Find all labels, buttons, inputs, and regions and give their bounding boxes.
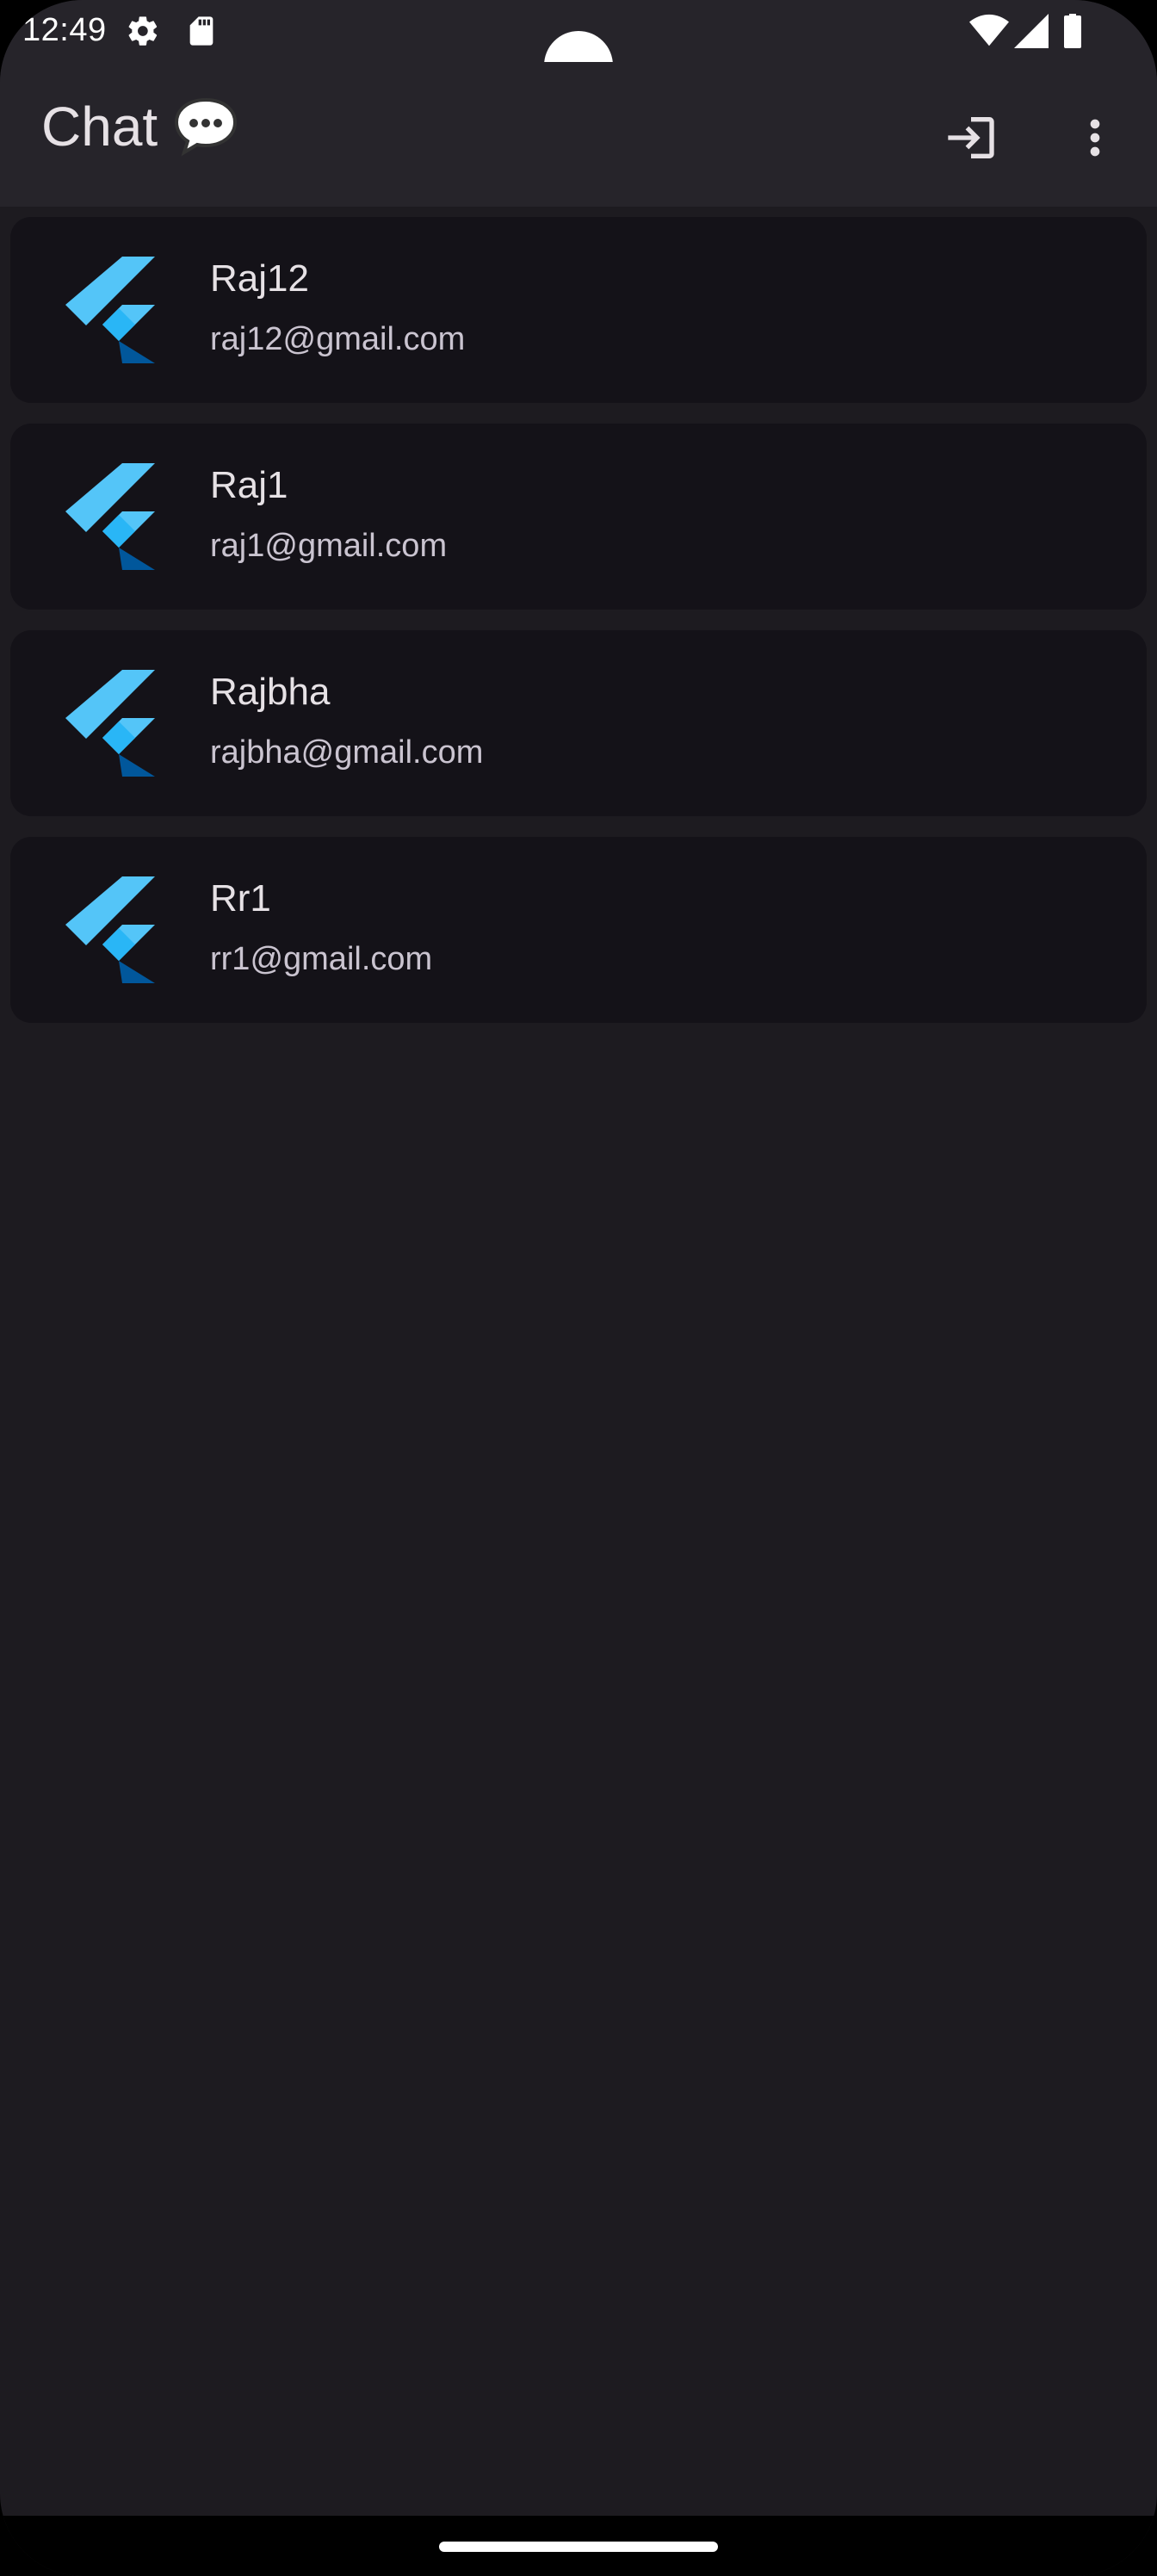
user-email: rr1@gmail.com: [210, 941, 433, 977]
user-email: raj1@gmail.com: [210, 528, 448, 564]
flutter-logo-icon: [65, 257, 155, 363]
user-name: Rajbha: [210, 671, 331, 713]
settings-icon: [126, 14, 160, 48]
status-time: 12:49: [22, 12, 107, 48]
navigation-bar: [0, 2516, 1157, 2576]
user-list-item[interactable]: Rajbha rajbha@gmail.com: [10, 630, 1147, 816]
cellular-signal-icon: [1014, 14, 1049, 48]
user-list-item[interactable]: Rr1 rr1@gmail.com: [10, 837, 1147, 1023]
status-bar: 12:49: [0, 0, 1157, 100]
battery-icon: [1062, 14, 1083, 48]
user-email: raj12@gmail.com: [210, 321, 466, 357]
flutter-logo-icon: [65, 876, 155, 983]
app-bar: Chat: [0, 62, 1157, 207]
user-list-item[interactable]: Raj12 raj12@gmail.com: [10, 217, 1147, 403]
user-name: Raj12: [210, 257, 309, 300]
login-button[interactable]: [935, 103, 1007, 176]
user-email: rajbha@gmail.com: [210, 734, 484, 771]
flutter-logo-icon: [65, 463, 155, 570]
login-icon: [944, 110, 999, 170]
user-list-item[interactable]: Raj1 raj1@gmail.com: [10, 424, 1147, 610]
page-title: Chat: [41, 96, 238, 157]
user-name: Raj1: [210, 464, 288, 506]
speech-balloon-icon: [173, 96, 238, 157]
flutter-logo-icon: [65, 670, 155, 777]
wifi-icon: [969, 14, 1009, 48]
more-options-button[interactable]: [1059, 103, 1131, 176]
user-name: Rr1: [210, 877, 271, 920]
sd-card-icon: [186, 14, 217, 48]
more-vert-icon: [1067, 110, 1123, 170]
user-list: Raj12 raj12@gmail.com Raj1 raj1@gmail.co…: [10, 217, 1147, 1043]
page-title-text: Chat: [41, 96, 158, 158]
home-gesture-handle[interactable]: [439, 2542, 718, 2552]
phone-screen: 12:49 Chat Raj12 raj12@gmail.com Raj1 ra…: [0, 0, 1157, 2576]
